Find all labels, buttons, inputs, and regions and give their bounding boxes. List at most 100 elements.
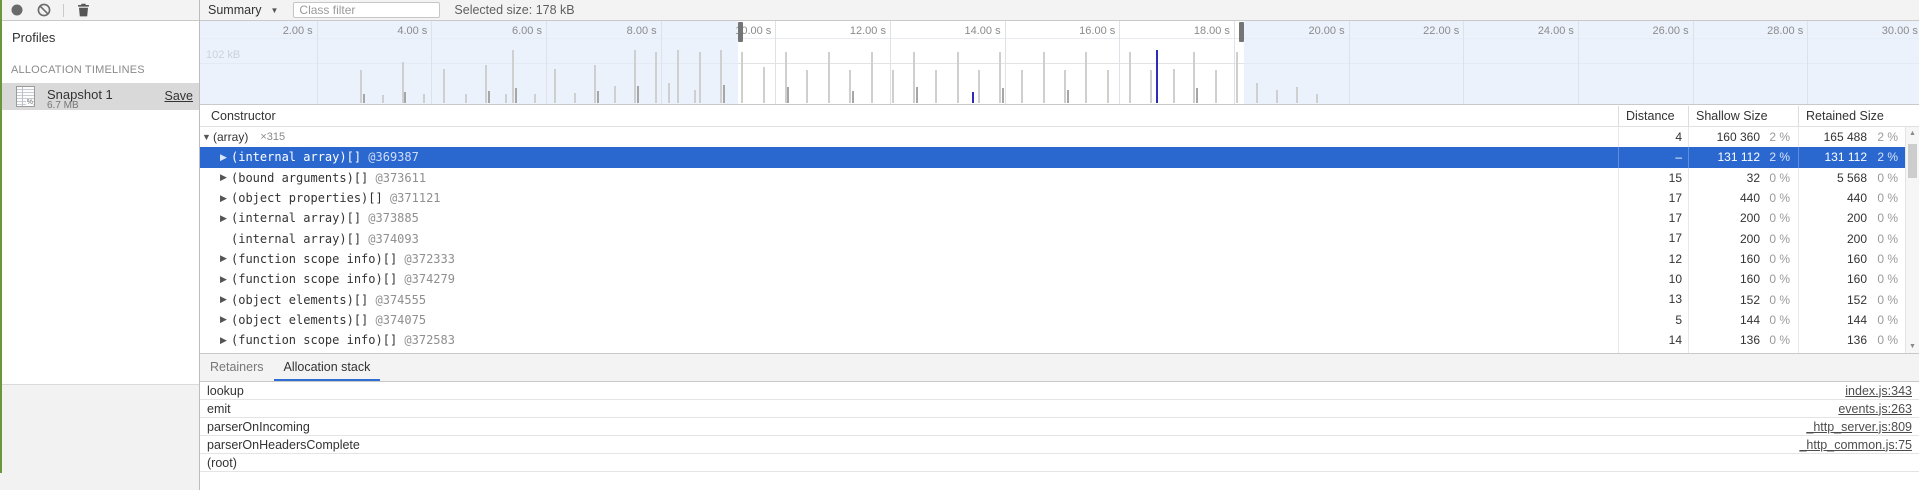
shallow-size-value: 200 (1689, 232, 1760, 246)
scroll-down-icon[interactable]: ▼ (1906, 343, 1919, 350)
expand-icon[interactable]: ▶ (220, 335, 231, 346)
details-tabbar: RetainersAllocation stack (200, 353, 1919, 382)
allocation-bar (1276, 90, 1278, 103)
stack-source-link[interactable]: events.js:263 (1838, 402, 1912, 416)
stack-source-link[interactable]: _http_common.js:75 (1799, 438, 1912, 452)
shallow-size-percent: 2 % (1760, 130, 1798, 144)
sidebar-footer (0, 384, 199, 490)
allocation-bar (677, 50, 679, 103)
allocation-bar (668, 83, 670, 103)
allocation-bar (1107, 70, 1109, 103)
shallow-size-cell: 1360 % (1688, 330, 1798, 350)
constructor-name: (internal array)[] @369387 (231, 150, 419, 164)
ruler-tick-label: 16.00 s (1059, 25, 1115, 37)
constructor-name: (function scope info)[] @372583 (231, 333, 455, 347)
table-row[interactable]: ▶(function scope info)[] @374279101600 %… (200, 269, 1905, 289)
table-row[interactable]: ▶(bound arguments)[] @37361115320 %5 568… (200, 168, 1905, 188)
table-row[interactable]: ▶(object elements)[] @374555131520 %1520… (200, 289, 1905, 309)
allocation-bar (637, 86, 639, 103)
allocation-bar (423, 94, 425, 103)
table-row[interactable]: ▶(internal array)[] @373885172000 %2000 … (200, 208, 1905, 228)
table-row[interactable]: ▶(function scope info)[] @372583141360 %… (200, 330, 1905, 350)
allocation-stack-panel: lookupindex.js:343emitevents.js:263parse… (200, 382, 1919, 490)
object-id: @369387 (361, 150, 419, 164)
clear-profiles-button[interactable] (36, 2, 52, 18)
column-header-distance[interactable]: Distance (1618, 106, 1688, 126)
object-id: @372333 (397, 252, 455, 266)
table-row[interactable]: ▶(object elements)[] @37407551440 %1440 … (200, 310, 1905, 330)
allocation-bar (935, 70, 937, 103)
allocation-bar (1196, 88, 1198, 103)
distance-cell: 4 (1618, 127, 1688, 147)
allocation-bar (828, 52, 830, 103)
object-id: @373885 (361, 211, 419, 225)
allocation-bar (594, 65, 596, 103)
table-row[interactable]: ▶(function scope info)[] @372333121600 %… (200, 249, 1905, 269)
sidebar-item-snapshot-1[interactable]: % Snapshot 1 6.7 MB Save (0, 83, 199, 110)
tab-retainers[interactable]: Retainers (200, 354, 274, 381)
expand-icon[interactable]: ▶ (220, 172, 231, 183)
distance-cell: 5 (1618, 310, 1688, 330)
delete-profile-button[interactable] (75, 2, 91, 18)
constructor-name: (object properties)[] @371121 (231, 191, 441, 205)
shallow-size-percent: 0 % (1760, 313, 1798, 327)
allocation-bar (1002, 88, 1004, 103)
retained-size-cell: 4400 % (1798, 188, 1905, 208)
shallow-size-percent: 0 % (1760, 272, 1798, 286)
allocation-bar (871, 52, 873, 103)
allocation-bar (723, 85, 725, 103)
stack-frame-row: emitevents.js:263 (200, 400, 1919, 418)
shallow-size-value: 160 360 (1689, 130, 1760, 144)
allocation-bar (892, 70, 894, 103)
shallow-size-value: 32 (1689, 171, 1760, 185)
column-header-retained-size[interactable]: Retained Size (1798, 106, 1905, 126)
table-row[interactable]: ▶(internal array)[] @369387–131 1122 %13… (200, 147, 1905, 167)
collapse-icon[interactable]: ▼ (202, 132, 213, 142)
expand-icon[interactable]: ▶ (220, 294, 231, 305)
allocation-bar-selected (1156, 50, 1158, 103)
ruler-tick-label: 18.00 s (1174, 25, 1230, 37)
allocation-bar (515, 88, 517, 103)
object-id: @374279 (397, 272, 455, 286)
record-allocation-button[interactable] (9, 2, 25, 18)
stack-source-link[interactable]: index.js:343 (1845, 384, 1912, 398)
table-row[interactable]: ▼(array)×3154160 3602 %165 4882 % (200, 127, 1905, 147)
retained-size-cell: 131 1122 % (1798, 147, 1905, 167)
retained-size-value: 131 112 (1799, 150, 1867, 164)
retained-size-value: 200 (1799, 211, 1867, 225)
object-id: @373611 (368, 171, 426, 185)
selection-handle-left[interactable] (738, 22, 743, 42)
perspective-select[interactable]: Summary ▼ (208, 3, 278, 17)
ruler-gridline (1005, 21, 1006, 104)
tab-allocation-stack[interactable]: Allocation stack (274, 354, 381, 381)
table-row[interactable]: ▶(object properties)[] @371121174400 %44… (200, 188, 1905, 208)
table-row[interactable]: (internal array)[] @374093172000 %2000 % (200, 228, 1905, 248)
timeline-chart[interactable]: 102 kB 2.00 s4.00 s6.00 s8.00 s10.00 s12… (200, 21, 1919, 105)
retained-size-value: 5 568 (1799, 171, 1867, 185)
ruler-tick-label: 20.00 s (1289, 25, 1345, 37)
constructor-name: (object elements)[] @374555 (231, 293, 426, 307)
column-header-shallow-size[interactable]: Shallow Size (1688, 106, 1798, 126)
shallow-size-percent: 0 % (1760, 232, 1798, 246)
retained-size-percent: 0 % (1867, 293, 1905, 307)
column-header-constructor[interactable]: Constructor (200, 106, 1618, 126)
selection-handle-right[interactable] (1239, 22, 1244, 42)
expand-icon[interactable]: ▶ (220, 213, 231, 224)
expand-icon[interactable]: ▶ (220, 253, 231, 264)
class-filter-input[interactable] (293, 2, 440, 18)
expand-icon[interactable]: ▶ (220, 314, 231, 325)
allocation-bar (694, 90, 696, 103)
save-link[interactable]: Save (165, 89, 194, 103)
ruler-gridline (431, 21, 432, 104)
expand-icon[interactable]: ▶ (220, 193, 231, 204)
expand-icon[interactable]: ▶ (220, 152, 231, 163)
scrollbar-thumb[interactable] (1908, 144, 1917, 178)
scroll-up-icon[interactable]: ▲ (1906, 130, 1919, 137)
distance-cell: 17 (1618, 228, 1688, 248)
constructor-cell: (internal array)[] @374093 (200, 228, 1618, 248)
expand-icon[interactable]: ▶ (220, 274, 231, 285)
constructor-cell: ▶(function scope info)[] @372333 (200, 249, 1618, 269)
grid-scrollbar[interactable]: ▲ ▼ (1905, 127, 1919, 353)
stack-source-link[interactable]: _http_server.js:809 (1806, 420, 1912, 434)
allocation-bar (1256, 83, 1258, 103)
